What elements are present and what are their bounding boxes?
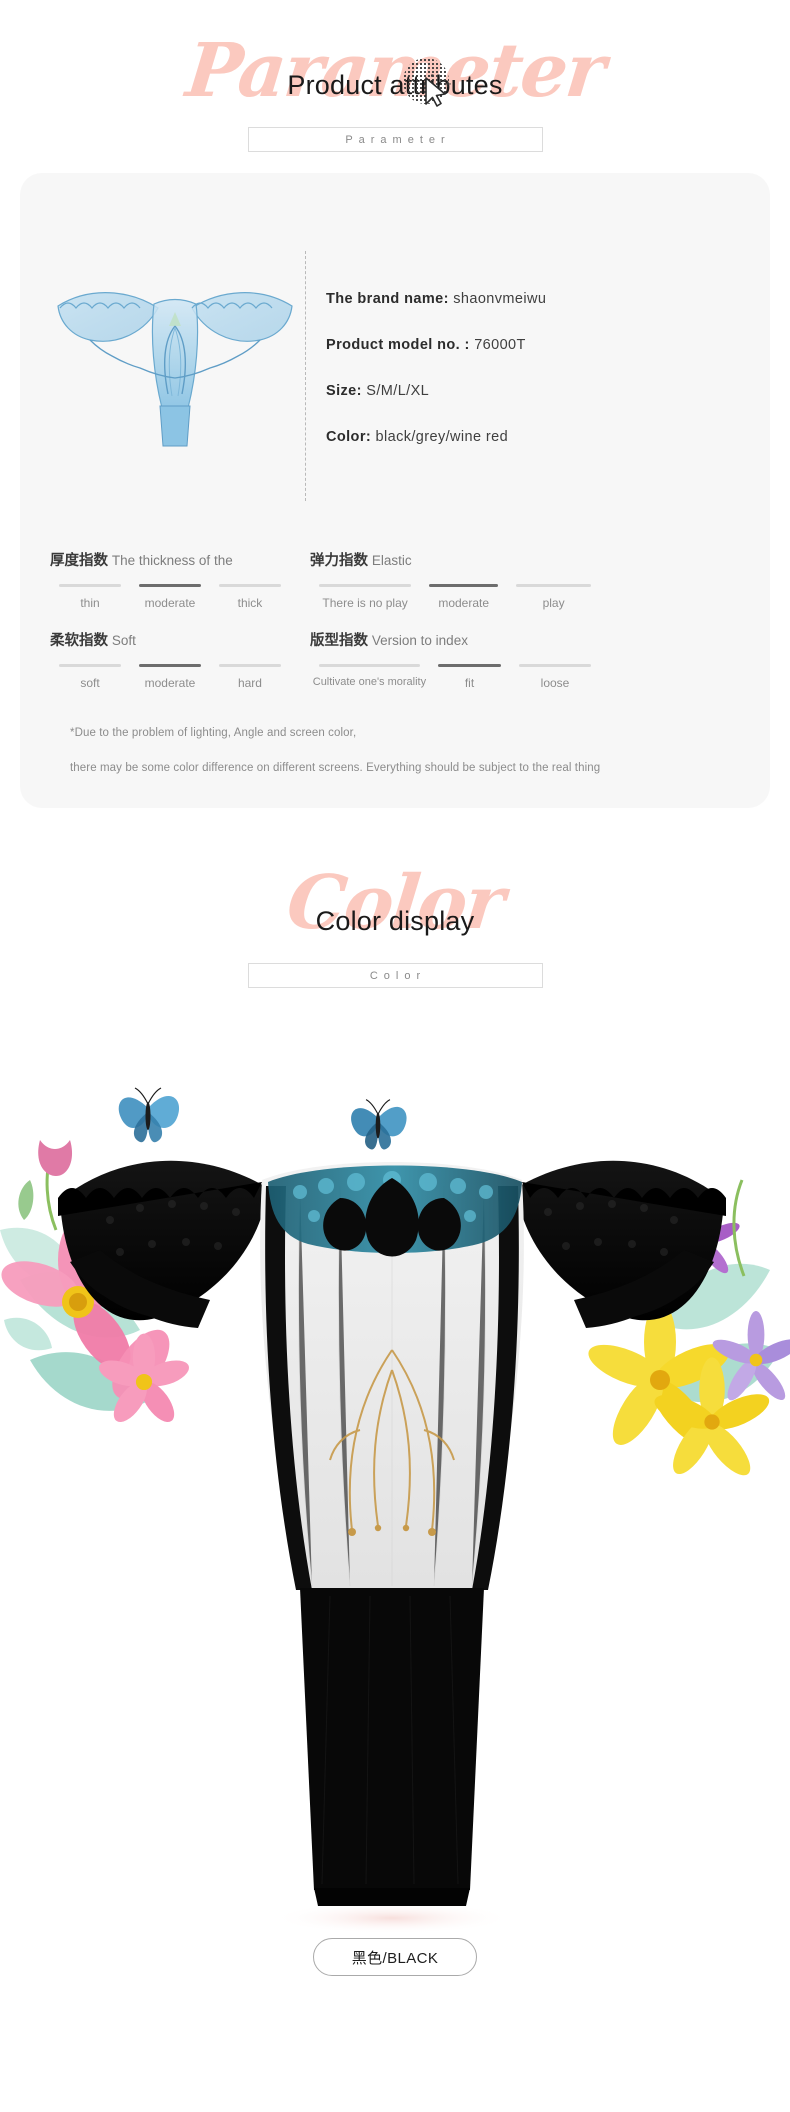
scale-option-label: thick [237, 596, 263, 610]
index-heading: 厚度指数 The thickness of the [50, 549, 290, 570]
index-label-cn: 厚度指数 [50, 553, 108, 569]
index-scale: thin moderate thick [50, 584, 290, 610]
index-group-elastic: 弹力指数 Elastic There is no play moderate p… [310, 549, 600, 610]
color-section-title: Color display [315, 906, 475, 936]
scale-option[interactable]: Cultivate one's morality [310, 664, 429, 690]
scale-option-selected[interactable]: moderate [420, 584, 507, 610]
scale-option-label: loose [540, 676, 570, 690]
disclaimer-line-2: there may be some color difference on di… [70, 762, 601, 775]
scale-bar [519, 664, 591, 667]
index-group-thickness: 厚度指数 The thickness of the thin moderate … [50, 549, 290, 610]
scale-bar-active [138, 584, 201, 587]
page-title: Product attributes [287, 70, 503, 100]
spec-key: The brand name: [326, 291, 449, 307]
color-disclaimer: *Due to the problem of lighting, Angle a… [70, 725, 760, 796]
index-scale: There is no play moderate play [310, 584, 600, 610]
color-display-product-image [0, 1087, 790, 1934]
parameter-label-box: Parameter [247, 127, 543, 152]
scale-option-label: Cultivate one's morality [312, 676, 427, 688]
scale-bar [218, 664, 281, 667]
scale-bar [319, 584, 412, 587]
scale-bar-active [138, 664, 201, 667]
index-label-en: Soft [111, 633, 136, 648]
scale-option[interactable]: play [507, 584, 600, 610]
color-label-box: Color [247, 963, 543, 988]
scale-option[interactable]: loose [510, 664, 600, 690]
scale-option-label: There is no play [322, 596, 408, 610]
butterfly-icon-right [351, 1099, 407, 1150]
scale-bar-active [437, 664, 502, 667]
black-thong-product [58, 1160, 726, 1906]
scale-option-label: thin [80, 596, 100, 610]
scale-option-label: play [542, 596, 565, 610]
scale-option-label: moderate [144, 676, 196, 690]
spec-key: Size: [326, 383, 362, 399]
parameter-section-header: Parameter + Product attributes Parameter [0, 22, 790, 167]
spec-row: Product model no. : 76000T [326, 337, 746, 353]
scale-option-selected[interactable]: moderate [130, 664, 210, 690]
scale-bar [59, 584, 121, 587]
index-heading: 版型指数 Version to index [310, 629, 600, 650]
scale-bar [59, 664, 121, 667]
spec-row: Color: black/grey/wine red [326, 429, 746, 445]
scale-option-label: moderate [438, 596, 490, 610]
scale-option-label: moderate [144, 596, 196, 610]
scale-option-label: soft [80, 676, 100, 690]
scale-bar [516, 584, 591, 587]
index-scale: soft moderate hard [50, 664, 290, 690]
scale-option[interactable]: There is no play [310, 584, 420, 610]
index-group-soft: 柔软指数 Soft soft moderate hard [50, 629, 290, 690]
spec-value: 76000T [474, 337, 526, 353]
scale-bar [218, 584, 281, 587]
spec-row: The brand name: shaonvmeiwu [326, 291, 746, 307]
index-label-en: Elastic [371, 553, 412, 568]
scale-option[interactable]: thin [50, 584, 130, 610]
index-scale: Cultivate one's morality fit loose [310, 664, 600, 690]
scale-option[interactable]: thick [210, 584, 290, 610]
product-attributes-card: The brand name: shaonvmeiwu Product mode… [20, 173, 770, 808]
scale-option[interactable]: hard [210, 664, 290, 690]
index-heading: 柔软指数 Soft [50, 629, 290, 650]
spec-value: black/grey/wine red [375, 429, 509, 445]
index-group-version: 版型指数 Version to index Cultivate one's mo… [310, 629, 600, 690]
scale-option-selected[interactable]: fit [429, 664, 510, 690]
butterfly-icon-left [118, 1087, 180, 1143]
spec-value: S/M/L/XL [366, 383, 430, 399]
index-label-en: Version to index [371, 633, 468, 648]
spec-key: Product model no. : [326, 337, 470, 353]
spec-row: Size: S/M/L/XL [326, 383, 746, 399]
index-heading: 弹力指数 Elastic [310, 549, 600, 570]
plus-decor-icon: + [444, 76, 452, 91]
scale-bar [319, 664, 420, 667]
scale-bar-active [429, 584, 499, 587]
product-thumbnail-image [57, 292, 293, 447]
spec-list: The brand name: shaonvmeiwu Product mode… [326, 291, 746, 475]
index-label-cn: 柔软指数 [50, 633, 108, 649]
vertical-dashed-divider [305, 251, 306, 501]
color-swatch-label[interactable]: 黑色/BLACK [313, 1938, 477, 1976]
disclaimer-line-1: *Due to the problem of lighting, Angle a… [70, 727, 357, 739]
scale-option-label: fit [464, 676, 475, 690]
index-label-en: The thickness of the [111, 553, 233, 568]
index-label-cn: 弹力指数 [310, 553, 368, 569]
spec-key: Color: [326, 429, 372, 445]
spec-value: shaonvmeiwu [453, 291, 547, 307]
product-shadow [272, 1902, 512, 1934]
scale-option-selected[interactable]: moderate [130, 584, 210, 610]
color-section-header: Color Color display Color [0, 860, 790, 1000]
index-label-cn: 版型指数 [310, 633, 368, 649]
scale-option[interactable]: soft [50, 664, 130, 690]
scale-option-label: hard [237, 676, 262, 690]
